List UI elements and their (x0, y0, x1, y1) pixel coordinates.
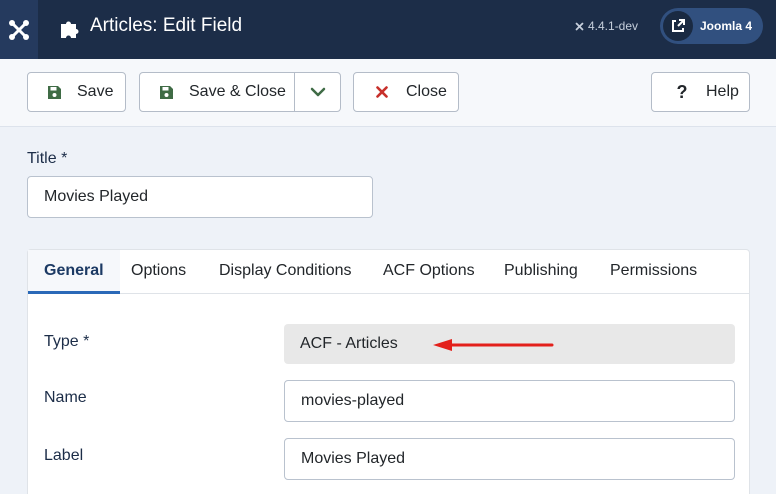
red-arrow-icon (433, 339, 554, 351)
label-label: Label (44, 447, 84, 464)
puzzle-piece-icon (61, 21, 79, 38)
help-label: Help (706, 83, 739, 100)
name-label: Name (44, 389, 87, 406)
version-badge: 4.4.1-dev (574, 18, 638, 34)
close-button[interactable]: Close (353, 72, 459, 112)
save-label: Save (77, 83, 114, 100)
tab-display-conditions[interactable]: Display Conditions (203, 250, 368, 294)
external-link-icon (672, 19, 685, 32)
joomla-logo-icon (9, 19, 29, 40)
edit-field-card: General Options Display Conditions ACF O… (27, 249, 750, 494)
save-button[interactable]: Save (27, 72, 126, 112)
label-input[interactable] (284, 438, 735, 480)
question-icon: ? (676, 82, 688, 102)
tab-publishing[interactable]: Publishing (488, 250, 594, 294)
joomla-site-label: Joomla 4 (700, 19, 753, 33)
page-title: Articles: Edit Field (90, 15, 243, 36)
joomla-small-icon (575, 22, 584, 30)
tab-general[interactable]: General (28, 250, 120, 294)
tab-permissions[interactable]: Permissions (594, 250, 713, 294)
type-label: Type * (44, 333, 90, 350)
tab-bar: General Options Display Conditions ACF O… (28, 250, 749, 294)
admin-header: Articles: Edit Field 4.4.1-dev Joomla 4 (0, 0, 776, 59)
save-close-button[interactable]: Save & Close (189, 83, 286, 101)
external-link-badge (663, 11, 693, 41)
close-label: Close (406, 83, 447, 100)
floppy-disk-icon (46, 84, 62, 100)
joomla-site-link[interactable]: Joomla 4 (660, 8, 763, 44)
joomla-logo-button[interactable] (0, 0, 38, 59)
name-input[interactable] (284, 380, 735, 422)
title-label: Title * (27, 150, 68, 167)
action-toolbar: Save Save & Close Close ? Help (0, 59, 776, 127)
tab-acf-options[interactable]: ACF Options (367, 250, 491, 294)
x-icon (374, 84, 390, 100)
title-input[interactable] (27, 176, 373, 218)
version-text: 4.4.1-dev (588, 19, 639, 33)
save-options-dropdown[interactable] (295, 73, 341, 111)
floppy-disk-icon[interactable] (158, 84, 174, 100)
save-close-group: Save & Close (139, 72, 341, 112)
tab-options[interactable]: Options (115, 250, 202, 294)
help-button[interactable]: ? Help (651, 72, 750, 112)
chevron-down-icon (310, 87, 326, 97)
